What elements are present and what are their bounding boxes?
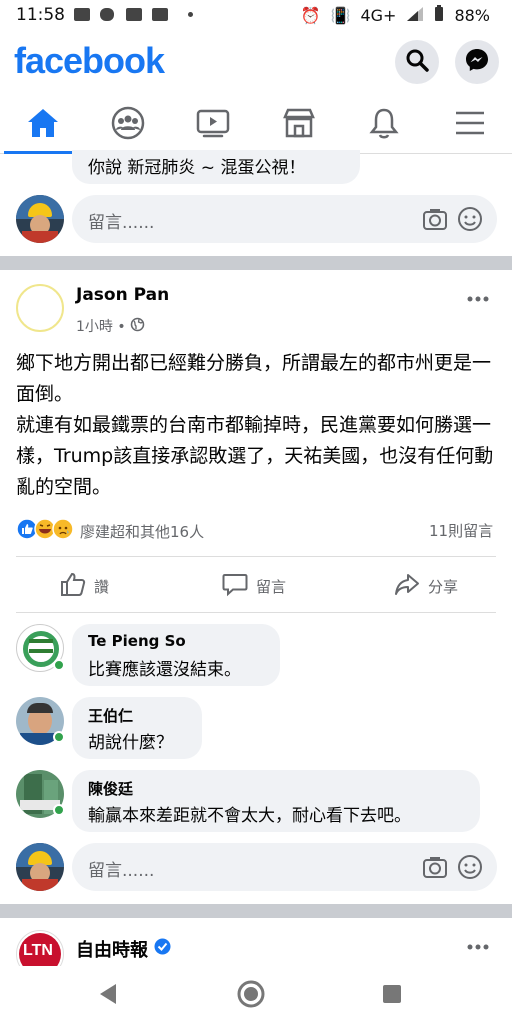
- tab-watch[interactable]: [173, 96, 253, 154]
- alarm-icon: ⏰: [300, 6, 321, 25]
- sad-reaction-icon: [52, 518, 74, 544]
- main-nav: [0, 96, 512, 154]
- menu-icon: [454, 110, 486, 140]
- online-indicator: [53, 659, 65, 671]
- camera-icon[interactable]: [422, 207, 448, 235]
- post-paragraph: 就連有如最鐵票的台南市都輸掉時，民進黨要如何勝選一樣，Trump該直接承認敗選了…: [16, 414, 494, 498]
- home-icon: [26, 107, 60, 143]
- home-button[interactable]: [237, 980, 265, 1012]
- tab-home[interactable]: [3, 96, 83, 154]
- comment-bubble: 王伯仁 胡說什麼？: [72, 697, 202, 759]
- comment-placeholder: 留言......: [88, 213, 155, 233]
- tab-menu[interactable]: [430, 96, 510, 154]
- search-button[interactable]: [395, 40, 439, 84]
- ellipsis-icon: [466, 288, 490, 307]
- share-icon: [394, 571, 420, 601]
- tab-notifications[interactable]: [344, 96, 424, 154]
- comment-input[interactable]: 留言......: [72, 843, 497, 891]
- comment-author[interactable]: Te Pieng So: [88, 632, 186, 650]
- search-icon: [405, 48, 429, 76]
- active-tab-indicator: [4, 151, 82, 154]
- avatar[interactable]: [16, 195, 64, 243]
- thumbs-up-icon: [60, 571, 86, 601]
- app-header: facebook: [0, 32, 512, 92]
- more-options-button[interactable]: [466, 288, 490, 307]
- post-separator: [0, 256, 512, 270]
- emoji-icon[interactable]: [457, 854, 483, 884]
- comment-bubble: 你說 新冠肺炎 ~ 混蛋公視！: [72, 150, 360, 184]
- battery-icon: [434, 5, 444, 26]
- battery-level: 88%: [454, 6, 490, 25]
- comment-input[interactable]: 留言......: [72, 195, 497, 243]
- like-button[interactable]: 讚: [60, 558, 109, 614]
- online-indicator: [53, 804, 65, 816]
- status-time: 11:58: [16, 5, 65, 25]
- ltn-logo: LTN: [23, 942, 53, 959]
- comment-text: 比賽應該還沒結束。: [88, 660, 241, 680]
- comment-text: 輸贏本來差距就不會太大，耐心看下去吧。: [88, 806, 411, 826]
- notification-icon: [126, 8, 142, 21]
- next-post-author-row: 自由時報: [76, 936, 171, 962]
- globe-icon: [130, 317, 145, 336]
- comment-icon: [222, 571, 248, 601]
- emoji-icon[interactable]: [457, 206, 483, 236]
- back-button[interactable]: [98, 983, 118, 1009]
- groups-icon: [111, 106, 145, 144]
- video-icon: [196, 108, 230, 142]
- comments-count[interactable]: 11則留言: [429, 520, 493, 541]
- bell-icon: [369, 107, 399, 143]
- comment-author[interactable]: 陳俊廷: [88, 778, 133, 799]
- post-meta: 1小時 •: [76, 316, 145, 336]
- status-bar: 11:58 ⏰ 📳 4G+ 88%: [0, 0, 512, 32]
- share-button[interactable]: 分享: [394, 558, 458, 614]
- comment-label: 留言: [256, 577, 287, 596]
- post-separator: [0, 904, 512, 918]
- comment-bubble: Te Pieng So 比賽應該還沒結束。: [72, 624, 280, 686]
- comment-button[interactable]: 留言: [222, 558, 286, 614]
- reactions-text: 廖建超和其他16人: [80, 522, 205, 541]
- post-author[interactable]: Jason Pan: [76, 285, 169, 305]
- online-indicator: [53, 731, 65, 743]
- more-notifications-dot: [188, 12, 193, 17]
- like-label: 讚: [94, 577, 110, 596]
- reactions-summary[interactable]: 廖建超和其他16人: [16, 518, 204, 544]
- comment-bubble: 陳俊廷 輸贏本來差距就不會太大，耐心看下去吧。: [72, 770, 480, 832]
- apple-icon: [100, 8, 114, 21]
- comment-text: 你說 新冠肺炎 ~ 混蛋公視！: [88, 158, 306, 178]
- comment-placeholder: 留言......: [88, 861, 155, 881]
- messenger-button[interactable]: [455, 40, 499, 84]
- comment-author[interactable]: 王伯仁: [88, 705, 133, 726]
- vibrate-icon: 📳: [330, 6, 351, 25]
- post-author[interactable]: 自由時報: [76, 936, 148, 962]
- system-nav-bar: [0, 966, 512, 1024]
- post-paragraph: 鄉下地方開出都已經難分勝負，所謂最左的都市州更是一面倒。: [16, 352, 492, 405]
- divider: [16, 556, 496, 557]
- ellipsis-icon: [466, 936, 490, 955]
- notification-icon: [152, 8, 168, 21]
- post-time[interactable]: 1小時 •: [76, 316, 126, 336]
- messenger-icon: [464, 47, 490, 77]
- recents-button[interactable]: [383, 985, 401, 1007]
- avatar[interactable]: [16, 284, 64, 332]
- more-options-button[interactable]: [466, 936, 490, 955]
- post-actions: 讚 留言 分享: [0, 558, 512, 614]
- facebook-logo[interactable]: facebook: [14, 40, 165, 82]
- avatar[interactable]: [16, 843, 64, 891]
- notification-icon: [74, 8, 90, 21]
- share-label: 分享: [428, 577, 459, 596]
- divider: [16, 612, 496, 613]
- comment-text: 胡說什麼？: [88, 733, 173, 753]
- shop-icon: [282, 107, 316, 143]
- network-label: 4G+: [360, 6, 397, 25]
- tab-marketplace[interactable]: [259, 96, 339, 154]
- tab-groups[interactable]: [88, 96, 168, 154]
- signal-icon: [406, 6, 424, 26]
- camera-icon[interactable]: [422, 855, 448, 883]
- post-body: 鄉下地方開出都已經難分勝負，所謂最左的都市州更是一面倒。 就連有如最鐵票的台南市…: [16, 348, 500, 503]
- verified-badge-icon: [154, 938, 171, 960]
